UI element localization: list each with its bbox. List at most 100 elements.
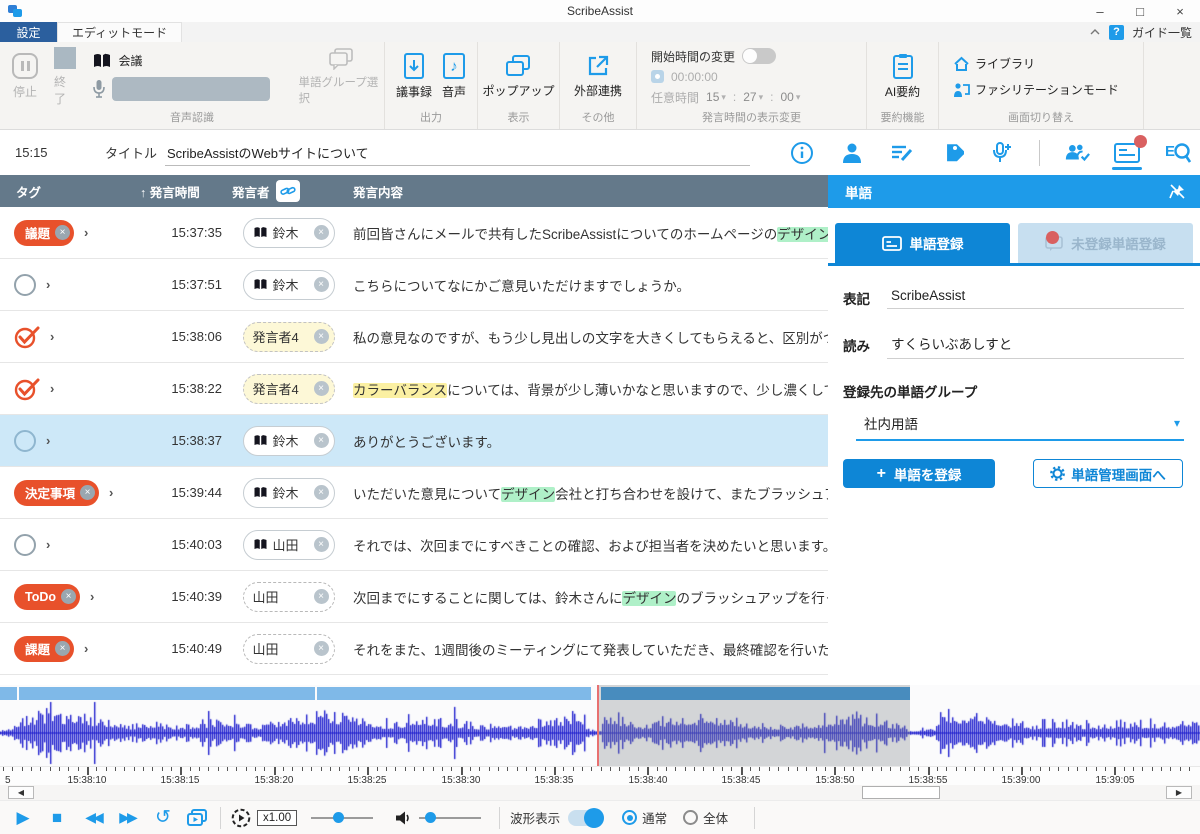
- tag-badge[interactable]: 決定事項×: [14, 480, 99, 506]
- minimize-button[interactable]: –: [1080, 0, 1120, 22]
- speaker-remove-icon[interactable]: ×: [314, 381, 329, 396]
- speech-segment-bar[interactable]: [19, 687, 315, 700]
- speaker-check-icon[interactable]: [1064, 138, 1090, 168]
- pin-off-icon[interactable]: [1169, 183, 1186, 200]
- expand-chevron-icon[interactable]: ›: [84, 641, 88, 656]
- table-row[interactable]: 議題×›15:37:35鈴木×前回皆さんにメールで共有したScribeAssis…: [0, 207, 828, 259]
- tag-remove-icon[interactable]: ×: [55, 641, 70, 656]
- scroll-right-button[interactable]: ▶: [1166, 786, 1192, 799]
- meeting-mode[interactable]: 会議: [92, 52, 142, 69]
- external-link-button[interactable]: 外部連携: [574, 54, 622, 99]
- radio-whole[interactable]: 全体: [683, 808, 728, 827]
- col-speaker[interactable]: 発言者: [232, 180, 345, 202]
- speaker-pill[interactable]: 鈴木×: [243, 426, 335, 456]
- replay-icon[interactable]: ↺: [150, 806, 176, 829]
- minutes-button[interactable]: 議事録: [396, 53, 432, 100]
- scroll-left-button[interactable]: ◀: [8, 786, 34, 799]
- speed-slider-knob[interactable]: [333, 812, 344, 823]
- maximize-button[interactable]: □: [1120, 0, 1160, 22]
- expand-chevron-icon[interactable]: ›: [50, 329, 54, 344]
- speaker-pill[interactable]: 鈴木×: [243, 270, 335, 300]
- popup-button[interactable]: ポップアップ: [482, 54, 554, 99]
- tab-edit-mode[interactable]: エディットモード: [57, 22, 182, 42]
- col-tag[interactable]: タグ: [0, 182, 140, 201]
- tag-remove-icon[interactable]: ×: [61, 589, 76, 604]
- tag-icon[interactable]: [939, 138, 965, 168]
- utterance-text[interactable]: 私の意見なのですが、もう少し見出しの文字を大きくしてもらえると、区別がつきや: [345, 327, 828, 347]
- minute-select[interactable]: 27▾: [743, 90, 763, 104]
- speaker-remove-icon[interactable]: ×: [314, 329, 329, 344]
- tag-badge[interactable]: 課題×: [14, 636, 74, 662]
- tag-remove-icon[interactable]: ×: [55, 225, 70, 240]
- table-row[interactable]: ›15:40:03山田×それでは、次回までにすべきことの確認、および担当者を決め…: [0, 519, 828, 571]
- speed-slider[interactable]: [311, 817, 373, 819]
- utterance-text[interactable]: それをまた、1週間後のミーティングにて発表していただき、最終確認を行いたいと思: [345, 639, 828, 659]
- expand-chevron-icon[interactable]: ›: [84, 225, 88, 240]
- speaker-pill[interactable]: 山田×: [243, 634, 335, 664]
- word-group-dropdown[interactable]: 社内用語 ▾: [856, 411, 1184, 441]
- stop-button[interactable]: 停止: [12, 53, 38, 100]
- speaker-remove-icon[interactable]: ×: [314, 589, 329, 604]
- edit-list-icon[interactable]: [889, 138, 915, 168]
- facilitation-mode-button[interactable]: ファシリテーションモード: [953, 81, 1119, 98]
- continuous-play-icon[interactable]: [184, 809, 210, 827]
- speaker-remove-icon[interactable]: ×: [314, 433, 329, 448]
- utterance-text[interactable]: ありがとうございます。: [345, 431, 828, 451]
- speaker-remove-icon[interactable]: ×: [314, 225, 329, 240]
- table-row[interactable]: ›15:38:22発言者4×カラーバランスについては、背景が少し薄いかなと思いま…: [0, 363, 828, 415]
- speaker-remove-icon[interactable]: ×: [314, 537, 329, 552]
- table-row[interactable]: ToDo×›15:40:39山田×次回までにすることに関しては、鈴木さんにデザイ…: [0, 571, 828, 623]
- utterance-text[interactable]: 前回皆さんにメールで共有したScribeAssistについてのホームページのデザ…: [345, 223, 828, 243]
- expand-chevron-icon[interactable]: ›: [46, 277, 50, 292]
- stop-button[interactable]: ■: [44, 808, 70, 828]
- reading-input[interactable]: すくらいぶあしすと: [887, 331, 1184, 359]
- library-button[interactable]: ライブラリ: [953, 55, 1035, 72]
- help-icon[interactable]: ?: [1109, 25, 1124, 40]
- expand-chevron-icon[interactable]: ›: [46, 537, 50, 552]
- speaker-remove-icon[interactable]: ×: [314, 485, 329, 500]
- speaker-pill[interactable]: 鈴木×: [243, 478, 335, 508]
- speed-value[interactable]: x1.00: [257, 810, 297, 826]
- table-row[interactable]: 決定事項×›15:39:44鈴木×いただいた意見についてデザイン会社と打ち合わせ…: [0, 467, 828, 519]
- utterance-text[interactable]: 次回までにすることに関しては、鈴木さんにデザインのブラッシュアップを行っていただ: [345, 587, 828, 607]
- tab-unregistered-words[interactable]: 未登録単語登録: [1018, 223, 1193, 263]
- utterance-text[interactable]: こちらについてなにかご意見いただけますでしょうか。: [345, 275, 828, 295]
- fast-forward-button[interactable]: ▶▶: [114, 809, 140, 826]
- utterance-text[interactable]: それでは、次回までにすべきことの確認、および担当者を決めたいと思います。: [345, 535, 828, 555]
- tag-badge[interactable]: ToDo×: [14, 584, 80, 610]
- notation-input[interactable]: ScribeAssist: [887, 286, 1184, 309]
- guide-list-link[interactable]: ガイド一覧: [1132, 24, 1192, 41]
- expand-chevron-icon[interactable]: ›: [50, 381, 54, 396]
- table-row[interactable]: ›15:38:06発言者4×私の意見なのですが、もう少し見出しの文字を大きくして…: [0, 311, 828, 363]
- end-button[interactable]: 終了: [54, 47, 76, 107]
- speaker-remove-icon[interactable]: ×: [314, 641, 329, 656]
- speaker-pill[interactable]: 発言者4×: [243, 374, 335, 404]
- tag-empty-circle[interactable]: [14, 430, 36, 452]
- ai-summary-button[interactable]: AI要約: [885, 53, 920, 100]
- expand-chevron-icon[interactable]: ›: [46, 433, 50, 448]
- speech-segment-bar[interactable]: [0, 687, 17, 700]
- table-row[interactable]: ›15:38:37鈴木×ありがとうございます。: [0, 415, 828, 467]
- expand-chevron-icon[interactable]: ›: [90, 589, 94, 604]
- word-card-icon[interactable]: [1114, 138, 1140, 168]
- utterance-text[interactable]: いただいた意見についてデザイン会社と打ち合わせを設けて、またブラッシュアップし: [345, 483, 828, 503]
- utterance-text[interactable]: カラーバランスについては、背景が少し薄いかなと思いますので、少し濃くしていただ: [345, 379, 828, 399]
- speaker-pill[interactable]: 発言者4×: [243, 322, 335, 352]
- info-icon[interactable]: [789, 138, 815, 168]
- speech-segment-bar[interactable]: [317, 687, 591, 700]
- hour-select[interactable]: 15▾: [706, 90, 726, 104]
- close-button[interactable]: ×: [1160, 0, 1200, 22]
- tag-empty-circle[interactable]: [14, 274, 36, 296]
- audio-export-button[interactable]: ♪ 音声: [442, 53, 466, 100]
- word-group-select-button[interactable]: 単語グループ選択: [298, 48, 384, 106]
- link-icon[interactable]: [276, 180, 300, 202]
- tag-badge[interactable]: 議題×: [14, 220, 74, 246]
- waveform-scrollbar[interactable]: ◀ ▶: [0, 785, 1200, 800]
- tag-empty-circle[interactable]: [14, 534, 36, 556]
- word-management-button[interactable]: 単語管理画面へ: [1033, 459, 1183, 488]
- scrollbar-thumb[interactable]: [862, 786, 940, 799]
- col-time[interactable]: ↑ 発言時間: [140, 182, 232, 201]
- collapse-ribbon-icon[interactable]: [1089, 28, 1101, 36]
- playhead[interactable]: [597, 685, 599, 766]
- start-time-toggle[interactable]: [742, 48, 776, 64]
